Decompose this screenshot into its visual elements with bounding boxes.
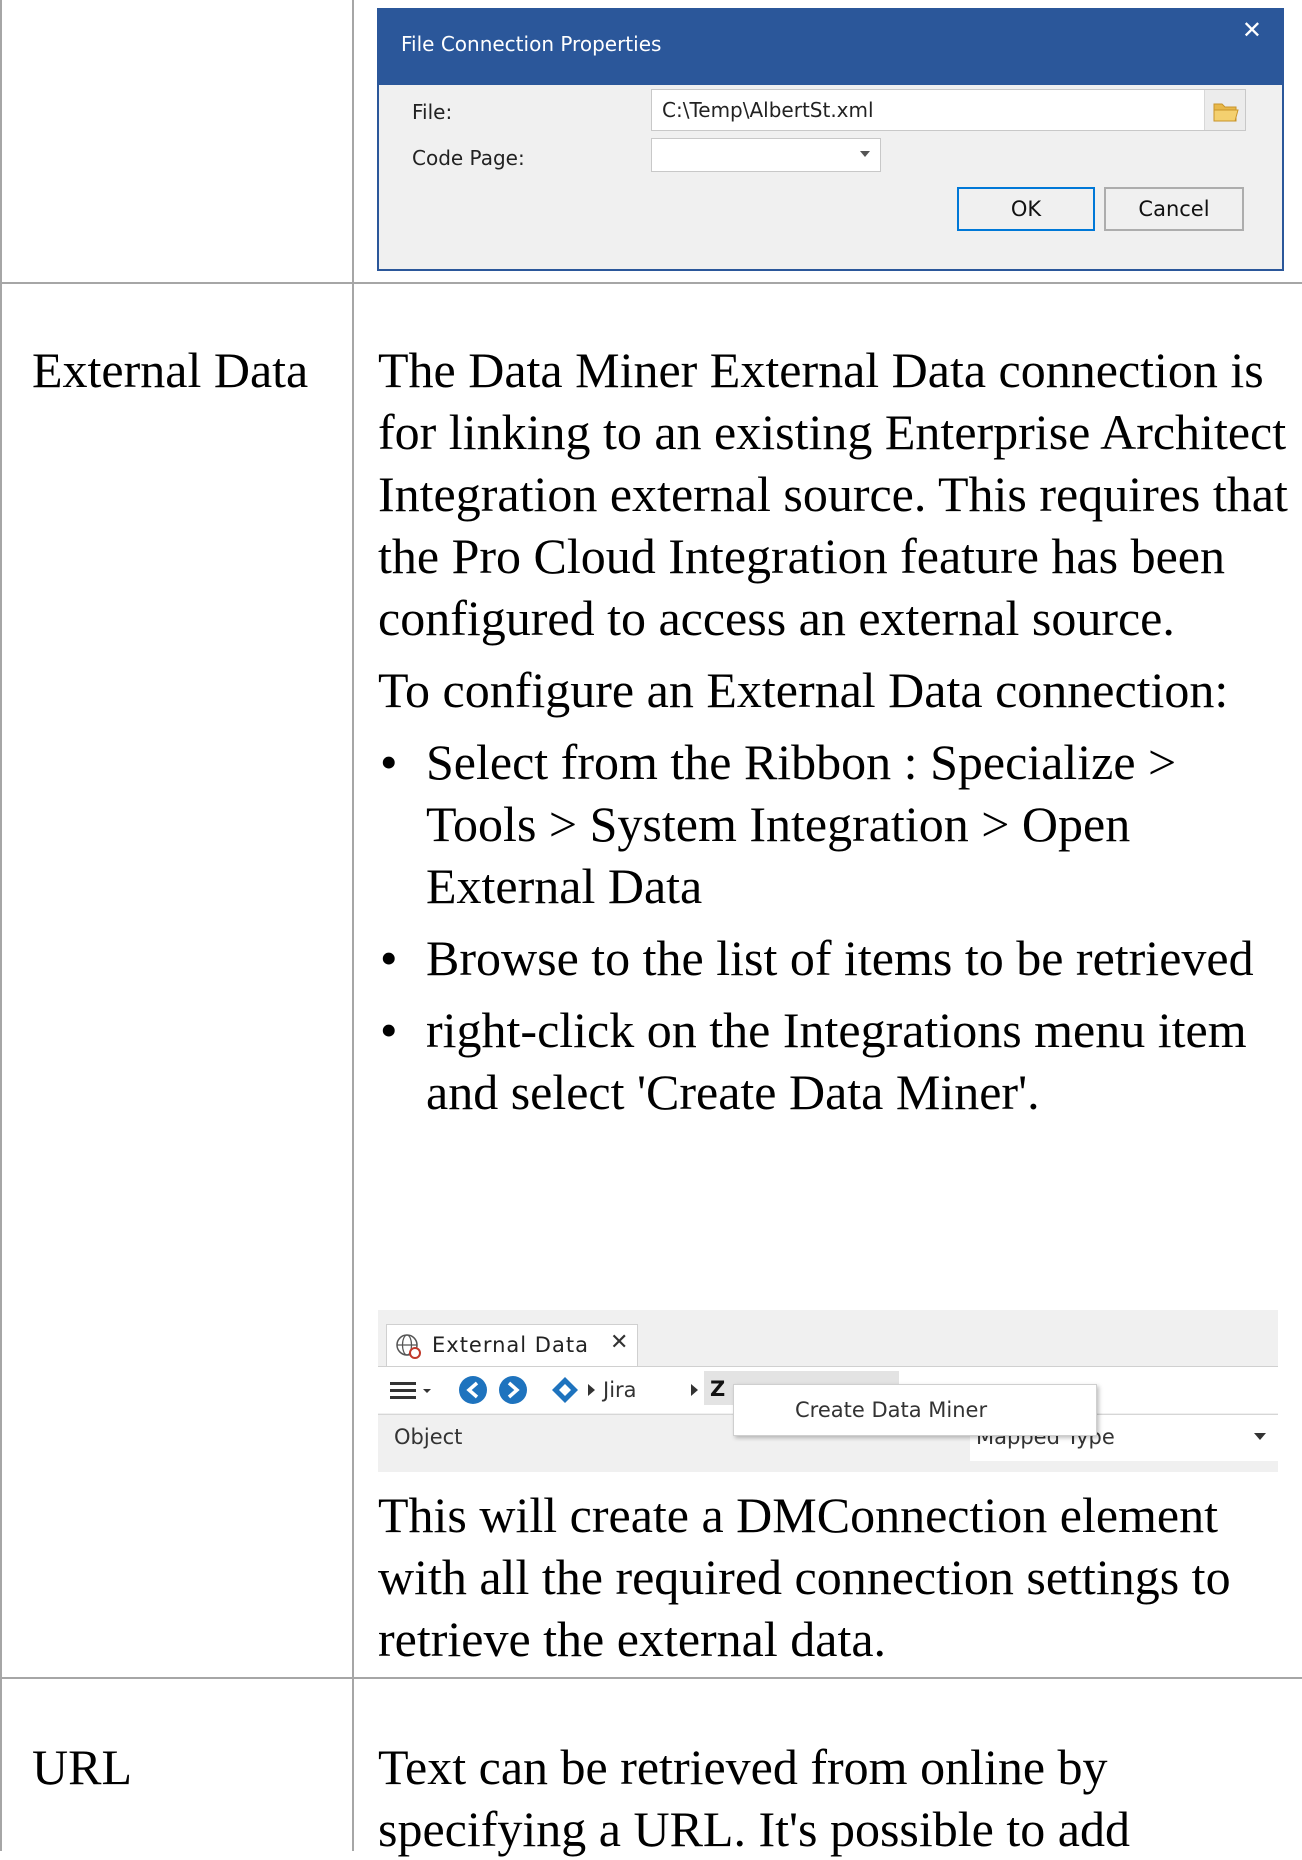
external-data-description: The Data Miner External Data connection …: [378, 339, 1288, 1123]
row-label-url: URL: [32, 1739, 132, 1795]
breadcrumb-jira[interactable]: Jira: [603, 1378, 637, 1402]
hamburger-menu-icon[interactable]: [390, 1379, 434, 1405]
list-item-text: right-click on the Integrations menu ite…: [426, 1002, 1247, 1120]
list-item: • right-click on the Integrations menu it…: [378, 999, 1288, 1123]
paragraph: Text can be retrieved from online by spe…: [378, 1739, 1130, 1857]
ok-button[interactable]: OK: [957, 187, 1095, 231]
paragraph: This will create a DMConnection element …: [378, 1487, 1231, 1667]
table-left-border: [0, 0, 2, 1851]
external-data-window: External Data ✕ Jira Z Object Mapped Typ…: [378, 1310, 1278, 1472]
menu-item-create-data-miner[interactable]: Create Data Miner: [795, 1398, 987, 1422]
breadcrumb-current-label: Z: [710, 1377, 726, 1401]
globe-icon: [395, 1333, 423, 1365]
bullet-icon: •: [380, 1002, 398, 1058]
file-connection-dialog: File Connection Properties ✕ File: C:\Te…: [377, 8, 1284, 271]
chevron-down-icon[interactable]: [1254, 1433, 1266, 1440]
code-page-label: Code Page:: [412, 146, 525, 170]
row-divider-1: [0, 282, 1302, 284]
forward-arrow-icon[interactable]: [498, 1375, 528, 1409]
breadcrumb-arrow-icon: [691, 1384, 698, 1396]
paragraph: The Data Miner External Data connection …: [378, 342, 1288, 646]
file-path-value: C:\Temp\AlbertSt.xml: [662, 98, 874, 122]
file-label: File:: [412, 100, 453, 124]
bullet-icon: •: [380, 930, 398, 986]
url-description: Text can be retrieved from online by spe…: [378, 1736, 1288, 1860]
list-item: • Browse to the list of items to be retri…: [378, 927, 1288, 989]
list-item-text: Browse to the list of items to be retrie…: [426, 930, 1254, 986]
chevron-down-icon: [860, 151, 870, 157]
integration-diamond-icon[interactable]: [550, 1375, 580, 1409]
external-data-result-text: This will create a DMConnection element …: [378, 1484, 1288, 1670]
folder-open-icon[interactable]: [1204, 90, 1245, 130]
code-page-select[interactable]: [651, 138, 881, 172]
list-item-text: Select from the Ribbon : Specialize > To…: [426, 734, 1177, 914]
column-header-object[interactable]: Object: [394, 1425, 462, 1449]
close-icon[interactable]: ✕: [610, 1330, 628, 1355]
cancel-button[interactable]: Cancel: [1104, 187, 1244, 231]
breadcrumb-arrow-icon: [588, 1384, 595, 1396]
configure-steps-list: • Select from the Ribbon : Specialize > T…: [378, 731, 1288, 1123]
context-menu: Create Data Miner: [733, 1384, 1097, 1436]
row-label-external-data: External Data: [32, 342, 309, 398]
dialog-title: File Connection Properties: [401, 32, 662, 56]
tab-label: External Data: [432, 1333, 589, 1357]
tab-external-data[interactable]: External Data ✕: [386, 1324, 638, 1367]
bullet-icon: •: [380, 734, 398, 790]
dialog-title-bar: File Connection Properties ✕: [379, 10, 1282, 85]
table-column-divider: [352, 0, 354, 1851]
close-icon[interactable]: ✕: [1242, 16, 1262, 44]
list-item: • Select from the Ribbon : Specialize > T…: [378, 731, 1288, 917]
paragraph: To configure an External Data connection…: [378, 662, 1229, 718]
file-path-field[interactable]: C:\Temp\AlbertSt.xml: [651, 89, 1246, 131]
row-divider-2: [0, 1677, 1302, 1679]
back-arrow-icon[interactable]: [458, 1375, 488, 1409]
